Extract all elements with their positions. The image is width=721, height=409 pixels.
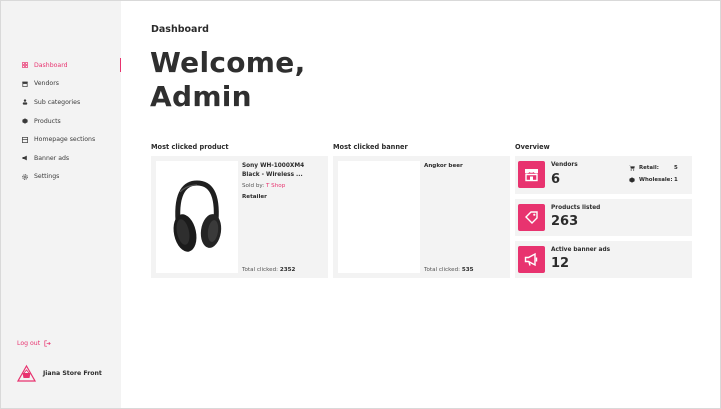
brand-name: Jiana Store Front bbox=[43, 370, 102, 377]
sidebar-item-vendors[interactable]: Vendors bbox=[1, 75, 121, 94]
vendors-label: Vendors bbox=[551, 162, 578, 168]
total-clicked-value: 2352 bbox=[279, 267, 296, 273]
seller-type: Retailer bbox=[242, 194, 267, 200]
banner-image bbox=[338, 161, 420, 273]
wholesale-stat: Wholesale: bbox=[629, 177, 673, 183]
sidebar-item-label: Dashboard bbox=[34, 61, 68, 69]
cart-icon bbox=[629, 165, 635, 171]
brand: Jiana Store Front bbox=[16, 364, 102, 383]
most-clicked-banner-card[interactable]: Angkor beer Total clicked: 535 bbox=[333, 156, 510, 278]
megaphone-icon bbox=[518, 246, 545, 273]
banner-total-clicked: Total clicked: 535 bbox=[424, 267, 474, 273]
banners-overview-card[interactable]: Active banner ads 12 bbox=[515, 241, 692, 278]
sidebar-item-label: Sub categories bbox=[34, 98, 81, 106]
banners-label: Active banner ads bbox=[551, 247, 611, 253]
sidebar-item-dashboard[interactable]: Dashboard bbox=[1, 56, 121, 75]
overview-label: Overview bbox=[515, 143, 550, 151]
category-icon bbox=[22, 99, 28, 106]
vendors-count: 6 bbox=[551, 172, 561, 187]
sold-by-label: Sold by: bbox=[242, 183, 265, 189]
most-clicked-product-label: Most clicked product bbox=[151, 143, 229, 151]
sidebar: Dashboard Vendors Sub categories Product… bbox=[1, 1, 121, 408]
brand-logo-icon bbox=[16, 364, 37, 383]
box-icon bbox=[629, 177, 635, 183]
retail-stat: Retail: bbox=[629, 165, 659, 171]
most-clicked-product-card[interactable]: Sony WH-1000XM4 Black - Wireless ... Sol… bbox=[151, 156, 328, 278]
seller-link[interactable]: T Shop bbox=[266, 183, 285, 189]
logout-button[interactable]: Log out bbox=[17, 340, 51, 347]
store-icon bbox=[22, 81, 28, 87]
store-icon bbox=[518, 161, 545, 188]
wholesale-label: Wholesale: bbox=[639, 177, 673, 183]
most-clicked-banner-label: Most clicked banner bbox=[333, 143, 408, 151]
welcome-heading: Welcome, Admin bbox=[150, 46, 306, 114]
layout-icon bbox=[22, 136, 28, 143]
tag-icon bbox=[518, 204, 545, 231]
sidebar-item-label: Products bbox=[34, 117, 61, 125]
sidebar-item-label: Homepage sections bbox=[34, 136, 96, 144]
total-clicked-label: Total clicked: bbox=[242, 267, 279, 273]
sidebar-item-label: Vendors bbox=[34, 80, 59, 88]
product-name-line-1: Sony WH-1000XM4 bbox=[242, 163, 305, 169]
box-icon bbox=[22, 118, 28, 124]
products-count: 263 bbox=[551, 214, 579, 229]
product-total-clicked: Total clicked: 2352 bbox=[242, 267, 295, 273]
megaphone-icon bbox=[22, 155, 28, 161]
retail-label: Retail: bbox=[639, 165, 659, 171]
sidebar-item-homepage-sections[interactable]: Homepage sections bbox=[1, 130, 121, 149]
page-title: Dashboard bbox=[151, 24, 209, 35]
sidebar-item-banner-ads[interactable]: Banner ads bbox=[1, 149, 121, 168]
sidebar-item-settings[interactable]: Settings bbox=[1, 168, 121, 187]
banners-count: 12 bbox=[551, 256, 570, 271]
sidebar-item-products[interactable]: Products bbox=[1, 112, 121, 131]
sidebar-item-label: Settings bbox=[34, 173, 60, 181]
welcome-line-2: Admin bbox=[150, 80, 252, 113]
product-image bbox=[156, 161, 238, 273]
sidebar-item-sub-categories[interactable]: Sub categories bbox=[1, 93, 121, 112]
vendors-overview-card[interactable]: Vendors 6 Retail: 5 Wholesale: 1 bbox=[515, 156, 692, 194]
product-seller: Sold by: T Shop bbox=[242, 183, 285, 189]
product-name[interactable]: Sony WH-1000XM4 Black - Wireless ... bbox=[242, 162, 304, 180]
logout-label: Log out bbox=[17, 340, 41, 347]
gear-icon bbox=[22, 174, 28, 180]
products-label: Products listed bbox=[551, 205, 601, 211]
sidebar-item-label: Banner ads bbox=[34, 154, 70, 162]
logout-icon bbox=[44, 340, 51, 347]
welcome-line-1: Welcome, bbox=[150, 46, 306, 79]
sidebar-nav: Dashboard Vendors Sub categories Product… bbox=[1, 56, 121, 186]
total-clicked-label: Total clicked: bbox=[424, 267, 461, 273]
banner-name[interactable]: Angkor beer bbox=[424, 163, 463, 169]
retail-value: 5 bbox=[674, 165, 678, 171]
products-overview-card[interactable]: Products listed 263 bbox=[515, 199, 692, 236]
product-name-line-2: Black - Wireless ... bbox=[242, 172, 303, 178]
wholesale-value: 1 bbox=[674, 177, 678, 183]
headphones-icon bbox=[173, 180, 222, 252]
total-clicked-value: 535 bbox=[461, 267, 474, 273]
dashboard-icon bbox=[22, 62, 28, 69]
